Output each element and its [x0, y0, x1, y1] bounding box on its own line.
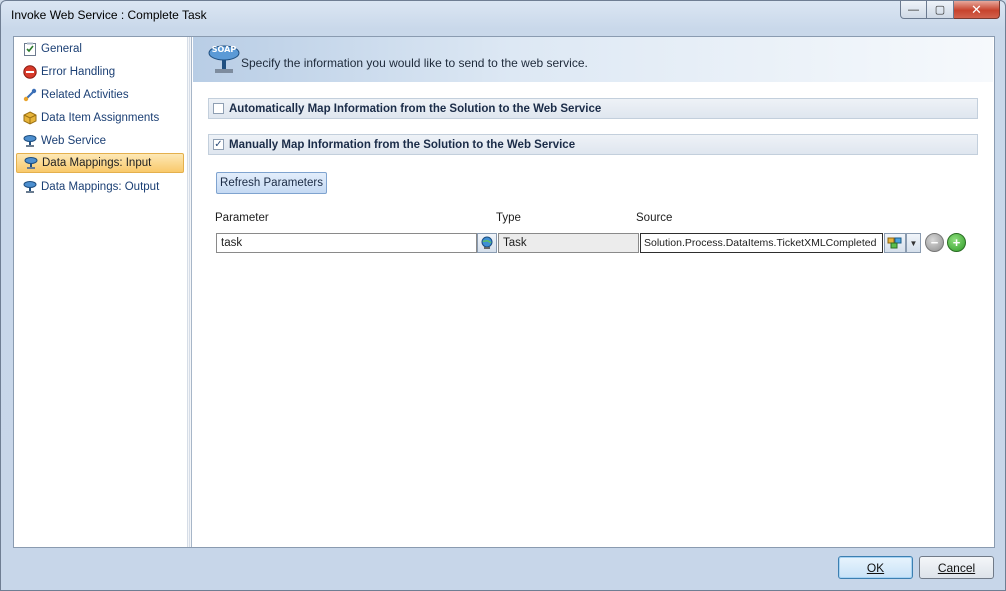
cube-icon: [22, 110, 38, 126]
page-header: SOAP Specify the information you would l…: [193, 37, 993, 82]
header-instruction: Specify the information you would like t…: [241, 56, 588, 70]
chevron-down-icon: ▼: [909, 238, 918, 248]
dialog-client-area: General Error Handling Related Activitie…: [13, 36, 995, 548]
soap-icon: [22, 179, 38, 195]
navigation-panel: General Error Handling Related Activitie…: [14, 37, 188, 547]
dialog-window: Invoke Web Service : Complete Task — ▢ ✕…: [0, 0, 1006, 591]
nav-item-data-mappings-input[interactable]: Data Mappings: Input: [16, 153, 184, 173]
nav-item-label: Error Handling: [41, 66, 116, 78]
nav-item-label: Related Activities: [41, 89, 129, 101]
error-icon: [22, 64, 38, 80]
refresh-parameters-button[interactable]: Refresh Parameters: [216, 172, 327, 194]
nav-item-data-item-assignments[interactable]: Data Item Assignments: [16, 108, 184, 128]
manual-map-checkbox[interactable]: ✓: [213, 139, 224, 150]
remove-row-button[interactable]: −: [925, 233, 944, 252]
panel-splitter[interactable]: [187, 37, 192, 547]
parameter-picker-button[interactable]: [477, 233, 497, 253]
globe-icon: [481, 236, 493, 249]
minimize-icon: —: [908, 3, 919, 16]
parameter-field[interactable]: task: [216, 233, 477, 253]
auto-map-label: Automatically Map Information from the S…: [229, 102, 602, 115]
column-header-parameter: Parameter: [215, 212, 269, 224]
nav-item-related-activities[interactable]: Related Activities: [16, 85, 184, 105]
minimize-button[interactable]: —: [900, 1, 927, 19]
link-icon: [22, 87, 38, 103]
auto-map-checkbox[interactable]: [213, 103, 224, 114]
title-bar[interactable]: Invoke Web Service : Complete Task — ▢ ✕: [1, 1, 1005, 29]
ok-button[interactable]: OK: [838, 556, 913, 579]
source-picker-button[interactable]: [884, 233, 906, 253]
nav-item-label: Data Mappings: Input: [42, 157, 152, 169]
nav-item-label: General: [41, 43, 82, 55]
manual-map-label: Manually Map Information from the Soluti…: [229, 138, 576, 151]
maximize-icon: ▢: [934, 4, 946, 16]
nav-item-label: Data Item Assignments: [41, 112, 160, 124]
soap-icon: [23, 155, 39, 171]
content-panel: SOAP Specify the information you would l…: [193, 37, 994, 547]
auto-map-section[interactable]: Automatically Map Information from the S…: [208, 98, 978, 119]
data-item-icon: [887, 237, 902, 249]
cancel-label: Cancel: [937, 560, 976, 575]
nav-item-label: Data Mappings: Output: [41, 181, 160, 193]
soap-logo-text: SOAP: [212, 45, 237, 54]
close-button[interactable]: ✕: [954, 1, 1000, 19]
nav-item-web-service[interactable]: Web Service: [16, 131, 184, 151]
soap-icon: [22, 133, 38, 149]
nav-item-data-mappings-output[interactable]: Data Mappings: Output: [16, 177, 184, 197]
column-header-type: Type: [496, 212, 521, 224]
nav-item-general[interactable]: General: [16, 39, 184, 59]
type-field: Task: [498, 233, 639, 253]
column-header-source: Source: [636, 212, 673, 224]
window-controls: — ▢ ✕: [900, 1, 1000, 21]
checklist-icon: [22, 41, 38, 57]
maximize-button[interactable]: ▢: [927, 1, 954, 19]
source-field[interactable]: Solution.Process.DataItems.TicketXMLComp…: [640, 233, 883, 253]
window-title: Invoke Web Service : Complete Task: [11, 8, 207, 22]
minus-icon: −: [930, 235, 939, 250]
manual-map-section[interactable]: ✓ Manually Map Information from the Solu…: [208, 134, 978, 155]
plus-icon: +: [952, 235, 961, 250]
add-row-button[interactable]: +: [947, 233, 966, 252]
ok-label: OK: [866, 560, 885, 575]
cancel-button[interactable]: Cancel: [919, 556, 994, 579]
close-icon: ✕: [971, 1, 982, 17]
soap-icon: SOAP: [207, 41, 241, 79]
nav-item-label: Web Service: [41, 135, 106, 147]
nav-item-error-handling[interactable]: Error Handling: [16, 62, 184, 82]
source-dropdown-button[interactable]: ▼: [906, 233, 921, 253]
